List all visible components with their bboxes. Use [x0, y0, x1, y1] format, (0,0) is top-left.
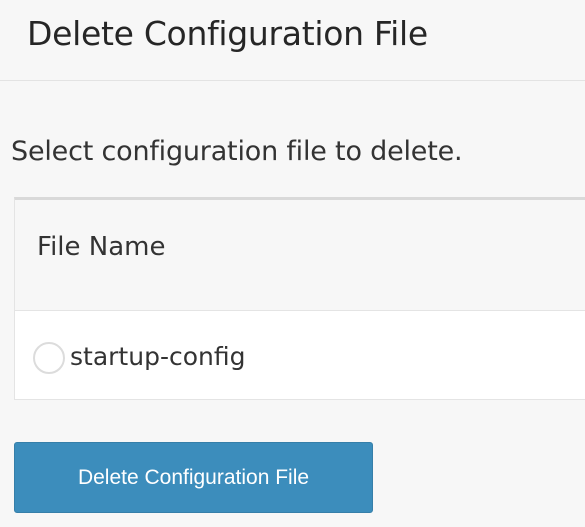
table-row[interactable]: startup-config [15, 311, 585, 399]
page-title: Delete Configuration File [27, 14, 428, 53]
instruction-text: Select configuration file to delete. [11, 136, 463, 167]
table-header: File Name [15, 200, 585, 311]
page-header: Delete Configuration File [0, 0, 585, 81]
column-header-file-name: File Name [37, 232, 166, 262]
file-name: startup-config [70, 342, 246, 371]
radio-icon[interactable] [33, 342, 65, 374]
file-table: File Name startup-config [14, 197, 585, 400]
delete-configuration-file-button[interactable]: Delete Configuration File [14, 442, 373, 513]
